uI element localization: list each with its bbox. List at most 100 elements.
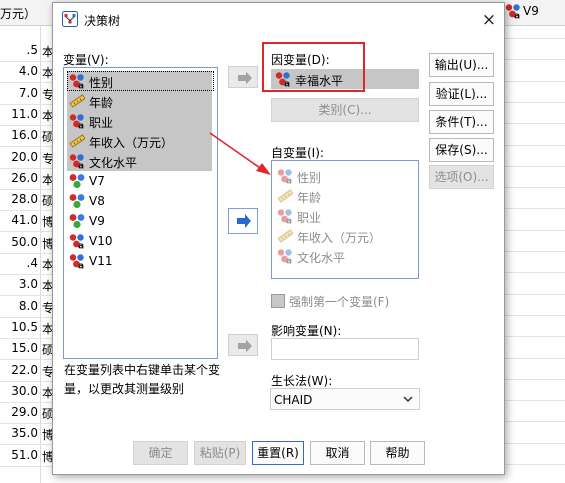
nominal-icon (69, 73, 85, 89)
variables-list[interactable]: 性别 年龄 职业 年收入（万元） 文化水平 V7 V8 V9 V10 V11 (63, 67, 218, 359)
variable-item[interactable]: V7 (67, 171, 212, 191)
options-button[interactable]: 选项(O)... (429, 165, 494, 189)
grid-line (505, 123, 565, 125)
cancel-button[interactable]: 取消 (310, 441, 365, 465)
independent-variable-label: 职业 (297, 211, 322, 225)
grid-line (505, 208, 565, 210)
close-icon[interactable]: × (479, 10, 499, 30)
column-header-v9[interactable]: V9 (505, 0, 565, 26)
cell-income[interactable]: 11.0 (11, 107, 38, 121)
cell-income[interactable]: .4 (27, 256, 38, 270)
variable-item[interactable]: V9 (67, 211, 212, 231)
grid-line (505, 442, 565, 444)
nominal-variable-icon (505, 3, 521, 19)
variable-item[interactable]: V10 (67, 231, 212, 251)
output-button[interactable]: 输出(U)... (429, 53, 494, 77)
cell-income[interactable]: 30.0 (11, 384, 38, 398)
independent-variable-item[interactable]: 文化水平 (275, 246, 415, 266)
help-button[interactable]: 帮助 (370, 441, 425, 465)
move-to-independent-button[interactable] (228, 208, 258, 234)
independent-variable-item[interactable]: 年收入（万元） (275, 226, 415, 246)
cell-income[interactable]: 51.0 (11, 448, 38, 462)
title-bar[interactable]: 决策树 × (53, 3, 504, 35)
independent-variable-label: 年收入（万元） (297, 231, 382, 245)
reset-button[interactable]: 重置(R) (252, 441, 304, 465)
cell-income[interactable]: 8.0 (19, 299, 38, 313)
nominal-icon (69, 253, 85, 269)
grid-line (505, 378, 565, 380)
dependent-variable-field[interactable]: 幸福水平 (271, 69, 419, 89)
independent-variable-item[interactable]: 年龄 (275, 186, 415, 206)
column-header-income[interactable]: 万元） (0, 5, 36, 22)
nominal-icon (277, 208, 293, 224)
cell-income[interactable]: 26.0 (11, 171, 38, 185)
force-first-checkbox[interactable] (271, 294, 285, 308)
cell-income[interactable]: 50.0 (11, 235, 38, 249)
grid-line (505, 229, 565, 231)
criteria-button[interactable]: 条件(T)... (429, 110, 494, 134)
ok-button[interactable]: 确定 (133, 441, 188, 465)
grid-line (505, 272, 565, 274)
variable-item[interactable]: V11 (67, 251, 212, 271)
independent-variables-list[interactable]: 性别 年龄职业年收入（万元） 文化水平 (271, 160, 419, 279)
cell-income[interactable]: 15.0 (11, 341, 38, 355)
variable-label: V9 (89, 214, 105, 228)
independent-variable-item[interactable]: 性别 (275, 166, 415, 186)
cell-income[interactable]: 10.5 (11, 320, 38, 334)
cell-income[interactable]: 7.0 (19, 86, 38, 100)
cell-income[interactable]: 20.0 (11, 150, 38, 164)
cell-income[interactable]: 28.0 (11, 192, 38, 206)
save-button[interactable]: 保存(S)... (429, 138, 494, 162)
cell-income[interactable]: 22.0 (11, 363, 38, 377)
cell-income[interactable]: 16.0 (11, 128, 38, 142)
nominal-color-icon (69, 173, 85, 189)
cell-income[interactable]: 3.0 (19, 277, 38, 291)
grid-line (505, 38, 565, 39)
grid-line (505, 464, 565, 465)
growth-method-select[interactable]: CHAID (270, 388, 420, 410)
column-header-v9-label: V9 (523, 4, 539, 18)
scale-icon (277, 228, 293, 244)
independent-variable-label: 文化水平 (297, 251, 346, 265)
arrow-right-icon (237, 214, 251, 228)
category-button[interactable]: 类别(C)... (271, 98, 419, 122)
cell-income[interactable]: 35.0 (11, 426, 38, 440)
nominal-icon (277, 168, 293, 184)
spreadsheet-row[interactable]: 51.0 博 (0, 443, 54, 467)
nominal-variable-icon (275, 71, 291, 87)
independent-variable-item[interactable]: 职业 (275, 206, 415, 226)
move-to-dependent-button[interactable] (228, 66, 258, 88)
arrow-right-icon (238, 71, 252, 85)
variable-item[interactable]: 职业 (67, 111, 212, 131)
move-to-influence-button[interactable] (228, 334, 258, 356)
validation-button[interactable]: 验证(L)... (429, 82, 494, 106)
variable-item[interactable]: V8 (67, 191, 212, 211)
grid-line (505, 101, 565, 103)
variable-label: 性别 (89, 76, 114, 90)
influence-variable-field[interactable] (271, 338, 419, 360)
cell-income[interactable]: 29.0 (11, 405, 38, 419)
grid-line (505, 165, 565, 167)
force-first-label: 强制第一个变量(F) (289, 295, 390, 309)
cell-income[interactable]: 4.0 (19, 64, 38, 78)
variable-label: V11 (89, 254, 113, 268)
grid-line (505, 80, 565, 82)
variables-label: 变量(V): (63, 53, 109, 67)
decision-tree-dialog: 决策树 × 变量(V): 性别 年龄 职业 年收入（万元） 文化水平 V7 V8 V9 V10 V… (52, 2, 505, 475)
grid-line (505, 314, 565, 316)
variable-label: V8 (89, 194, 105, 208)
variable-item[interactable]: 性别 (67, 71, 212, 91)
scale-icon (69, 93, 85, 109)
nominal-icon (69, 153, 85, 169)
scale-icon (277, 188, 293, 204)
paste-button[interactable]: 粘贴(P) (194, 441, 246, 465)
nominal-color-icon (69, 193, 85, 209)
cell-income[interactable]: .5 (27, 43, 38, 57)
variable-item[interactable]: 年龄 (67, 91, 212, 111)
variable-item[interactable]: 年收入（万元） (67, 131, 212, 151)
variable-item[interactable]: 文化水平 (67, 151, 212, 171)
nominal-color-icon (69, 213, 85, 229)
cell-income[interactable]: 41.0 (11, 213, 38, 227)
grid-line (505, 251, 565, 252)
grid-line (505, 400, 565, 402)
